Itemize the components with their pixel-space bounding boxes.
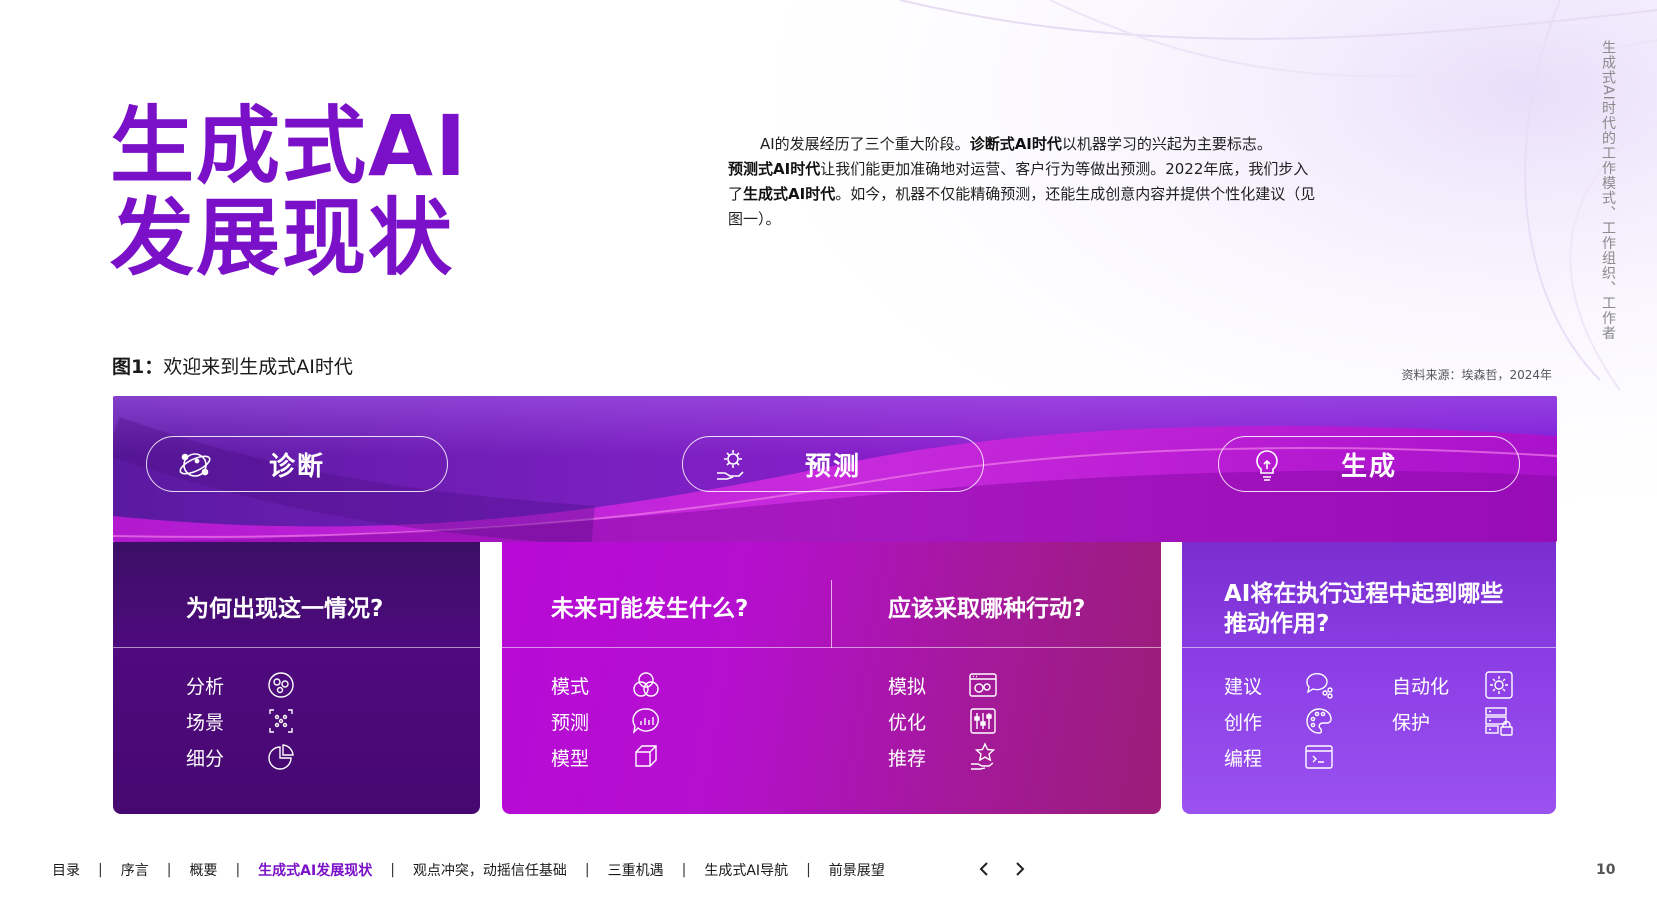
item-label-code: 编程	[1224, 747, 1263, 770]
card-diagnose: 为何出现这一情况? 分析 场景 细分	[113, 542, 480, 814]
stage-label-generate: 生成	[1340, 451, 1397, 482]
code-window-icon	[1304, 742, 1334, 772]
item-label-recommend: 推荐	[888, 747, 927, 770]
list-item: 推荐	[888, 741, 998, 773]
stage-pill-predict: 预测	[682, 436, 984, 492]
item-label-suggest: 建议	[1224, 675, 1263, 698]
chat-bubbles-icon	[1304, 670, 1334, 700]
pie-segment-icon	[266, 742, 296, 772]
item-label-segment: 细分	[186, 747, 225, 770]
chat-chart-icon	[631, 706, 661, 736]
item-label-scenario: 场景	[186, 711, 225, 734]
chevron-right-icon[interactable]	[1012, 858, 1028, 880]
list-item: 建议	[1224, 669, 1334, 701]
chevron-left-icon[interactable]	[976, 858, 992, 880]
item-label-optimize: 优化	[888, 711, 927, 734]
item-label-create: 创作	[1224, 711, 1263, 734]
side-running-title: 生成式AI时代的工作模式、工作组织、工作者	[1600, 40, 1616, 340]
card-generate-header: AI将在执行过程中起到哪些推动作用?	[1182, 542, 1556, 648]
intro-text: 以机器学习的兴起为主要标志。	[1061, 135, 1272, 153]
card-predict-divider	[831, 580, 832, 648]
list-item: 场景	[186, 705, 296, 737]
page-arrows	[976, 858, 1028, 880]
nav-item-preface[interactable]: 序言	[121, 860, 149, 880]
list-item: 预测	[551, 705, 661, 737]
venn-pattern-icon	[631, 670, 661, 700]
card-predict-question-left: 未来可能发生什么?	[551, 596, 749, 622]
nav-item-contents[interactable]: 目录	[52, 860, 80, 880]
page-title-line-1: 生成式AI	[110, 97, 469, 195]
list-item: 模式	[551, 669, 661, 701]
nav-item-outlook[interactable]: 前景展望	[829, 860, 885, 880]
figure-caption: 图1：欢迎来到生成式AI时代	[112, 352, 353, 379]
nav-item-conflict[interactable]: 观点冲突，动摇信任基础	[413, 860, 567, 880]
list-item: 创作	[1224, 705, 1334, 737]
nav-item-summary[interactable]: 概要	[189, 860, 217, 880]
page-title: 生成式AI 发展现状	[110, 100, 468, 284]
intro-paragraph: AI的发展经历了三个重大阶段。诊断式AI时代以机器学习的兴起为主要标志。 预测式…	[728, 132, 1318, 232]
list-item: 细分	[186, 741, 296, 773]
intro-text: AI的发展经历了三个重大阶段。	[760, 135, 970, 153]
list-item: 优化	[888, 705, 998, 737]
list-item: 分析	[186, 669, 296, 701]
card-predict: 未来可能发生什么? 应该采取哪种行动? 模式 预测 模型 模拟 优化 推荐	[502, 542, 1161, 814]
card-generate-question: AI将在执行过程中起到哪些推动作用?	[1224, 581, 1504, 637]
page-number: 10	[1596, 862, 1616, 878]
item-label-pattern: 模式	[551, 675, 590, 698]
stage-label-predict: 预测	[804, 451, 861, 482]
nav-separator: |	[681, 862, 687, 878]
nav-item-opportunities[interactable]: 三重机遇	[608, 860, 664, 880]
intro-bold-diagnostic-era: 诊断式AI时代	[969, 135, 1062, 153]
item-label-predict: 预测	[551, 711, 590, 734]
sliders-icon	[968, 706, 998, 736]
list-item: 自动化	[1392, 669, 1514, 701]
list-item: 模拟	[888, 669, 998, 701]
footer-navigation: 目录 | 序言 | 概要 | 生成式AI发展现状 | 观点冲突，动摇信任基础 |…	[52, 860, 885, 880]
list-item: 保护	[1392, 705, 1514, 737]
nav-separator: |	[235, 862, 241, 878]
server-lock-icon	[1484, 706, 1514, 736]
item-label-protect: 保护	[1392, 711, 1431, 734]
stage-pill-diagnose: 诊断	[146, 436, 448, 492]
figure-source: 资料来源：埃森哲，2024年	[1401, 368, 1552, 382]
figure-caption-number: 图1：	[112, 356, 164, 378]
figure-caption-text: 欢迎来到生成式AI时代	[163, 356, 353, 378]
item-label-automate: 自动化	[1392, 675, 1450, 698]
card-diagnose-header: 为何出现这一情况?	[113, 542, 480, 648]
stage-pill-generate: 生成	[1218, 436, 1520, 492]
intro-bold-predictive-era: 预测式AI时代	[728, 160, 821, 178]
card-generate: AI将在执行过程中起到哪些推动作用? 建议 创作 编程 自动化 保护	[1182, 542, 1556, 814]
nav-separator: |	[166, 862, 172, 878]
gear-box-icon	[1484, 670, 1514, 700]
nav-item-navigation[interactable]: 生成式AI导航	[704, 860, 788, 880]
item-label-simulate: 模拟	[888, 675, 927, 698]
stage-band: 诊断 预测 生成	[113, 396, 1557, 542]
page-title-line-2: 发展现状	[110, 189, 455, 287]
nav-separator: |	[390, 862, 395, 878]
nav-separator: |	[806, 862, 811, 878]
item-label-model: 模型	[551, 747, 590, 770]
nav-separator: |	[98, 862, 103, 878]
card-predict-question-right: 应该采取哪种行动?	[888, 596, 1086, 622]
item-label-analysis: 分析	[186, 675, 225, 698]
palette-icon	[1304, 706, 1334, 736]
simulation-window-icon	[968, 670, 998, 700]
cube-model-icon	[631, 742, 661, 772]
stage-label-diagnose: 诊断	[268, 451, 325, 482]
nav-item-current-section[interactable]: 生成式AI发展现状	[258, 860, 372, 880]
card-diagnose-question: 为何出现这一情况?	[186, 596, 384, 622]
analysis-circle-icon	[266, 670, 296, 700]
star-hand-icon	[968, 742, 998, 772]
list-item: 编程	[1224, 741, 1334, 773]
scenario-grid-icon	[266, 706, 296, 736]
intro-bold-generative-era: 生成式AI时代	[743, 185, 836, 203]
list-item: 模型	[551, 741, 661, 773]
nav-separator: |	[584, 862, 590, 878]
